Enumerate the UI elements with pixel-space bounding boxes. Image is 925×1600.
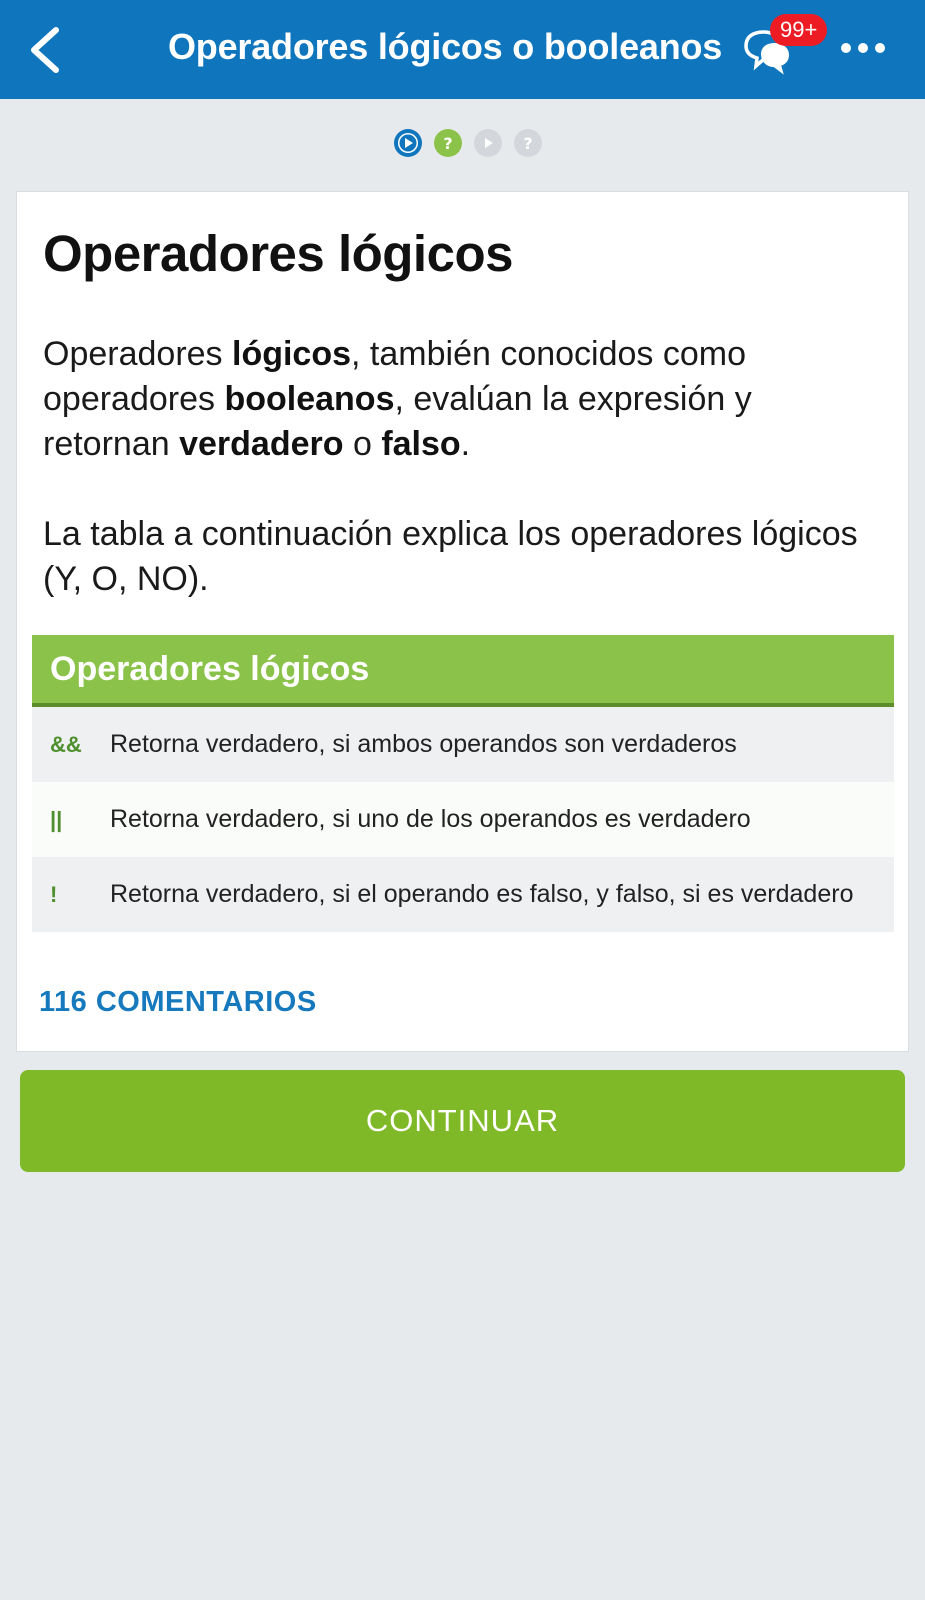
- operator-symbol: ||: [50, 806, 63, 832]
- table-row: || Retorna verdadero, si uno de los oper…: [32, 782, 894, 857]
- back-button[interactable]: [22, 22, 74, 78]
- chat-button[interactable]: 99+: [740, 14, 828, 80]
- bold-term: falso: [381, 425, 461, 463]
- operator-symbol: !: [50, 881, 58, 907]
- operators-table-title: Operadores lógicos: [32, 635, 894, 707]
- table-row: && Retorna verdadero, si ambos operandos…: [32, 707, 894, 782]
- step-4-question-icon: ?: [513, 129, 542, 157]
- operator-description: Retorna verdadero, si el operando es fal…: [110, 880, 854, 908]
- lesson-paragraph-2: La tabla a continuación explica los oper…: [43, 515, 858, 598]
- page-title: Operadores lógicos o booleanos: [168, 26, 723, 67]
- step-1-play-icon[interactable]: [393, 128, 423, 158]
- bold-term: verdadero: [179, 425, 344, 463]
- text-run: o: [343, 425, 382, 463]
- operator-description: Retorna verdadero, si ambos operandos so…: [110, 730, 737, 758]
- operator-symbol: &&: [50, 731, 82, 757]
- text-run: .: [460, 425, 471, 463]
- lesson-card: Operadores lógicos Operadores lógicos, t…: [16, 191, 909, 1052]
- notification-badge: 99+: [770, 14, 828, 46]
- step-3-play-icon: [473, 129, 502, 157]
- lesson-progress: ? ?: [0, 128, 925, 162]
- step-2-question-icon[interactable]: ?: [433, 128, 463, 158]
- operators-table: Operadores lógicos && Retorna verdadero,…: [32, 635, 894, 932]
- top-app-bar: Operadores lógicos o booleanos 99+: [0, 0, 925, 99]
- table-row: ! Retorna verdadero, si el operando es f…: [32, 857, 894, 932]
- operator-description: Retorna verdadero, si uno de los operand…: [110, 805, 751, 833]
- chevron-left-icon: [31, 27, 59, 73]
- more-options-button[interactable]: [838, 36, 888, 60]
- lesson-paragraph-1: Operadores lógicos, también conocidos co…: [43, 332, 863, 467]
- svg-text:?: ?: [443, 134, 452, 153]
- lesson-heading: Operadores lógicos: [43, 225, 513, 282]
- comments-link[interactable]: 116 COMENTARIOS: [39, 986, 317, 1019]
- continue-button[interactable]: CONTINUAR: [20, 1070, 905, 1172]
- svg-text:?: ?: [523, 134, 532, 153]
- bold-term: lógicos: [232, 335, 352, 373]
- more-dots-icon: [841, 43, 885, 53]
- text-run: Operadores: [43, 335, 232, 373]
- bold-term: booleanos: [224, 380, 395, 418]
